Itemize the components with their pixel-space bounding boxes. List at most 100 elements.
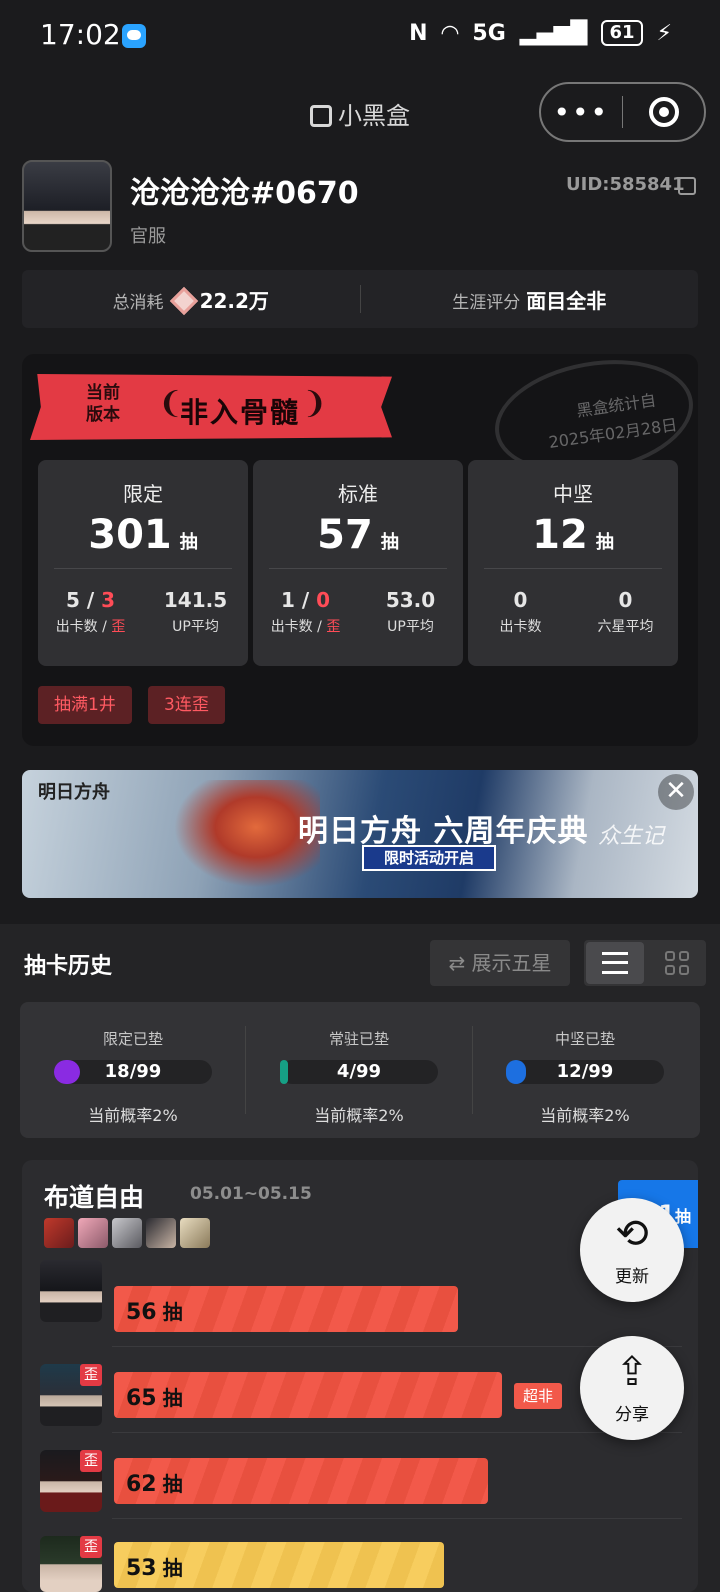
charging-icon: ⚡ xyxy=(656,20,672,46)
total-spend-label: 总消耗 xyxy=(112,292,164,313)
battery-level: 61 xyxy=(609,22,635,43)
pool-count-unit: 抽 xyxy=(179,532,198,553)
pity-core: 中坚已垫 12/99 当前概率2% xyxy=(472,1002,698,1138)
obtained-value: 0 xyxy=(513,588,528,612)
pity-label: 中坚已垫 xyxy=(554,1030,615,1048)
badge-line-2: 版本 xyxy=(86,405,120,425)
pool-count-unit: 抽 xyxy=(595,532,614,553)
user-avatar[interactable] xyxy=(22,160,112,252)
pull-count-unit: 抽 xyxy=(162,1386,183,1410)
status-icons: N ◠ 5G ▂▄▆█ 61 ⚡ xyxy=(409,20,672,46)
promo-event-name: 众生记 xyxy=(598,824,665,849)
pool-name: 限定 xyxy=(123,482,163,506)
off-banner-badge: 歪 xyxy=(80,1364,102,1386)
share-button[interactable]: ⇪ 分享 xyxy=(580,1336,684,1440)
separator: / xyxy=(294,588,317,612)
pull-count-unit: 抽 xyxy=(162,1300,183,1324)
obtained-value: 5 xyxy=(65,588,80,612)
close-icon[interactable]: ✕ xyxy=(658,774,694,810)
operator-thumb xyxy=(112,1218,142,1248)
badge-line-1: 当前 xyxy=(86,383,120,403)
off-banner-badge: 歪 xyxy=(80,1450,102,1472)
career-score-label: 生涯评分 xyxy=(452,292,521,313)
pity-value: 4/99 xyxy=(336,1061,382,1082)
close-mini-program-button[interactable] xyxy=(623,97,704,127)
average-stat: 0 六星平均 xyxy=(573,588,678,636)
banner-date: 05.01~05.15 xyxy=(190,1184,312,1204)
status-time: 17:02 xyxy=(40,18,121,51)
obtained-label: 出卡数 xyxy=(499,619,542,635)
pool-name: 标准 xyxy=(338,482,378,506)
list-view-button[interactable] xyxy=(586,942,644,984)
user-name: 沧沧沧沧#0670 xyxy=(130,176,359,211)
operator-thumb xyxy=(44,1218,74,1248)
share-icon: ⇪ xyxy=(615,1349,649,1395)
divider xyxy=(484,568,662,569)
pity-value: 18/99 xyxy=(104,1061,162,1082)
row-divider xyxy=(112,1518,682,1519)
pity-standard: 常驻已垫 4/99 当前概率2% xyxy=(246,1002,472,1138)
unlucky-badge: 超非 xyxy=(514,1383,562,1409)
achievement-tag: 3连歪 xyxy=(148,686,225,724)
pull-count-value: 53 xyxy=(126,1556,157,1581)
obtained-stat: 5 / 3 出卡数 / 歪 xyxy=(38,588,143,636)
pull-count: 53 抽 xyxy=(126,1552,183,1581)
average-stat: 53.0 UP平均 xyxy=(358,588,463,636)
average-stat: 141.5 UP平均 xyxy=(143,588,248,636)
average-value: 0 xyxy=(618,588,633,612)
refresh-label: 更新 xyxy=(615,1267,649,1287)
divider xyxy=(269,568,447,569)
pull-count-value: 62 xyxy=(126,1472,157,1497)
pool-count-value: 12 xyxy=(532,512,588,558)
mini-program-name: 小黑盒 xyxy=(338,102,410,130)
pool-count: 57 抽 xyxy=(253,512,463,558)
list-icon xyxy=(602,952,628,974)
show-five-star-button[interactable]: ⇄ 展示五星 xyxy=(430,940,570,986)
pity-limited: 限定已垫 18/99 当前概率2% xyxy=(20,1002,246,1138)
total-spend-value: 22.2万 xyxy=(199,288,269,313)
copy-icon[interactable] xyxy=(678,177,696,195)
operator-thumb xyxy=(78,1218,108,1248)
off-banner-value: 0 xyxy=(316,588,331,612)
share-label: 分享 xyxy=(615,1405,649,1425)
pull-count-unit: 抽 xyxy=(162,1556,183,1580)
mini-program-capsule: ••• xyxy=(539,82,706,142)
average-value: 53.0 xyxy=(385,588,436,612)
operator-thumb xyxy=(180,1218,210,1248)
message-notification-icon xyxy=(122,24,146,48)
server-label: 官服 xyxy=(130,226,166,247)
pool-card-standard[interactable]: 标准 57 抽 1 / 0 出卡数 / 歪 53.0 UP平均 xyxy=(253,460,463,666)
originium-icon xyxy=(169,286,198,315)
pity-rate: 当前概率2% xyxy=(314,1106,404,1125)
pull-count-unit: 抽 xyxy=(162,1472,183,1496)
off-banner-label: 歪 xyxy=(111,619,126,635)
total-spend: 总消耗 22.2万 xyxy=(22,285,360,315)
summary-stats: 总消耗 22.2万 生涯评分 面目全非 xyxy=(22,270,698,328)
pool-card-limited[interactable]: 限定 301 抽 5 / 3 出卡数 / 歪 141.5 UP平均 xyxy=(38,460,248,666)
obtained-stat: 1 / 0 出卡数 / 歪 xyxy=(253,588,358,636)
obtained-stat: 0 出卡数 xyxy=(468,588,573,636)
pull-count-value: 65 xyxy=(126,1386,157,1411)
refresh-icon: ⟲ xyxy=(615,1211,649,1257)
average-label: UP平均 xyxy=(387,619,434,635)
pool-count-value: 57 xyxy=(317,512,373,558)
section-title: 抽卡历史 xyxy=(24,954,113,979)
target-icon xyxy=(648,97,679,127)
promo-logo: 明日方舟 xyxy=(38,782,110,803)
promo-artwork xyxy=(160,780,320,898)
pull-count: 65 抽 xyxy=(126,1382,183,1411)
grid-view-button[interactable] xyxy=(650,942,704,984)
version-rank-title: 非入骨髓 xyxy=(180,396,301,429)
grid-icon xyxy=(665,951,689,975)
pool-card-core[interactable]: 中坚 12 抽 0 出卡数 0 六星平均 xyxy=(468,460,678,666)
more-menu-button[interactable]: ••• xyxy=(541,96,622,129)
off-banner-badge: 歪 xyxy=(80,1536,102,1558)
career-score-value: 面目全非 xyxy=(526,288,607,313)
pool-count-unit: 抽 xyxy=(380,532,399,553)
operator-avatar[interactable] xyxy=(40,1260,102,1322)
average-label: UP平均 xyxy=(172,619,219,635)
pool-name: 中坚 xyxy=(553,482,593,506)
average-label: 六星平均 xyxy=(597,619,654,635)
refresh-button[interactable]: ⟲ 更新 xyxy=(580,1198,684,1302)
career-score: 生涯评分 面目全非 xyxy=(361,285,699,314)
